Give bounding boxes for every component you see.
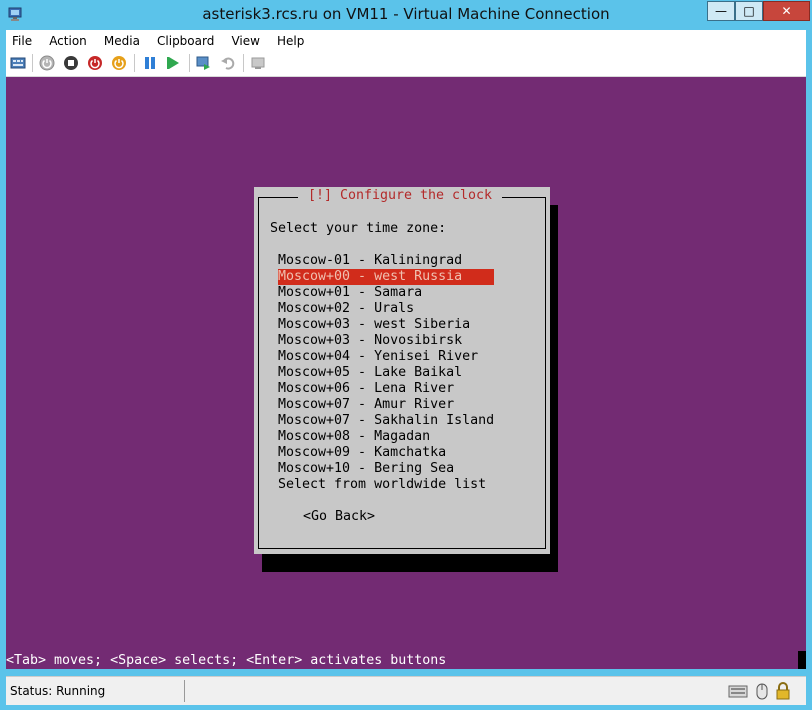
checkpoint-icon[interactable] [196, 55, 212, 71]
mouse-icon [756, 683, 768, 700]
save-icon[interactable] [111, 55, 127, 71]
keyboard-icon [728, 685, 748, 698]
status-text: Status: Running [10, 684, 106, 698]
dialog-title: [!] Configure the clock [298, 188, 502, 204]
title-bar: asterisk3.rcs.ru on VM11 - Virtual Machi… [0, 0, 812, 30]
keyboard-hint: <Tab> moves; <Space> selects; <Enter> ac… [6, 653, 447, 668]
timezone-prompt: Select your time zone: [270, 221, 447, 236]
window-title: asterisk3.rcs.ru on VM11 - Virtual Machi… [202, 5, 610, 23]
timezone-option[interactable]: Moscow+07 - Amur River [278, 397, 454, 413]
timezone-option[interactable]: Moscow+01 - Samara [278, 285, 422, 301]
start-icon[interactable] [39, 55, 55, 71]
menu-clipboard[interactable]: Clipboard [151, 31, 220, 48]
menu-help[interactable]: Help [271, 31, 310, 48]
status-bar: Status: Running [6, 676, 806, 705]
lock-icon [776, 682, 790, 700]
enhanced-session-icon[interactable] [250, 55, 266, 71]
timezone-option[interactable]: Moscow+10 - Bering Sea [278, 461, 454, 477]
timezone-option[interactable]: Moscow-01 - Kaliningrad [278, 253, 462, 269]
timezone-option[interactable]: Moscow+09 - Kamchatka [278, 445, 446, 461]
minimize-button[interactable]: — [707, 1, 735, 21]
toolbar [6, 50, 806, 77]
revert-icon[interactable] [220, 55, 236, 71]
maximize-button[interactable]: □ [735, 1, 763, 21]
vm-console[interactable]: [!] Configure the clock Select your time… [6, 77, 806, 669]
pause-icon[interactable] [142, 55, 158, 71]
timezone-dialog: [!] Configure the clock Select your time… [254, 187, 550, 554]
shutdown-icon[interactable] [87, 55, 103, 71]
timezone-option[interactable]: Moscow+02 - Urals [278, 301, 414, 317]
maximize-icon: □ [743, 4, 755, 18]
timezone-option[interactable]: Select from worldwide list [278, 477, 486, 493]
reset-icon[interactable] [166, 55, 182, 71]
menu-media[interactable]: Media [98, 31, 146, 48]
timezone-option[interactable]: Moscow+07 - Sakhalin Island [278, 413, 494, 429]
timezone-option[interactable]: Moscow+03 - west Siberia [278, 317, 470, 333]
go-back-button[interactable]: <Go Back> [303, 509, 375, 525]
timezone-option[interactable]: Moscow+00 - west Russia [278, 269, 494, 285]
menu-view[interactable]: View [225, 31, 265, 48]
ctrl-alt-del-icon[interactable] [10, 55, 26, 71]
turn-off-icon[interactable] [63, 55, 79, 71]
timezone-option[interactable]: Moscow+03 - Novosibirsk [278, 333, 462, 349]
menu-file[interactable]: File [6, 31, 38, 48]
cursor-block [798, 651, 806, 669]
minimize-icon: — [715, 4, 727, 18]
close-button[interactable]: ✕ [763, 1, 810, 21]
timezone-option[interactable]: Moscow+08 - Magadan [278, 429, 430, 445]
timezone-option[interactable]: Moscow+05 - Lake Baikal [278, 365, 462, 381]
timezone-option[interactable]: Moscow+04 - Yenisei River [278, 349, 478, 365]
menu-action[interactable]: Action [43, 31, 93, 48]
timezone-option[interactable]: Moscow+06 - Lena River [278, 381, 454, 397]
menu-bar: File Action Media Clipboard View Help [6, 30, 806, 50]
close-icon: ✕ [781, 4, 792, 18]
